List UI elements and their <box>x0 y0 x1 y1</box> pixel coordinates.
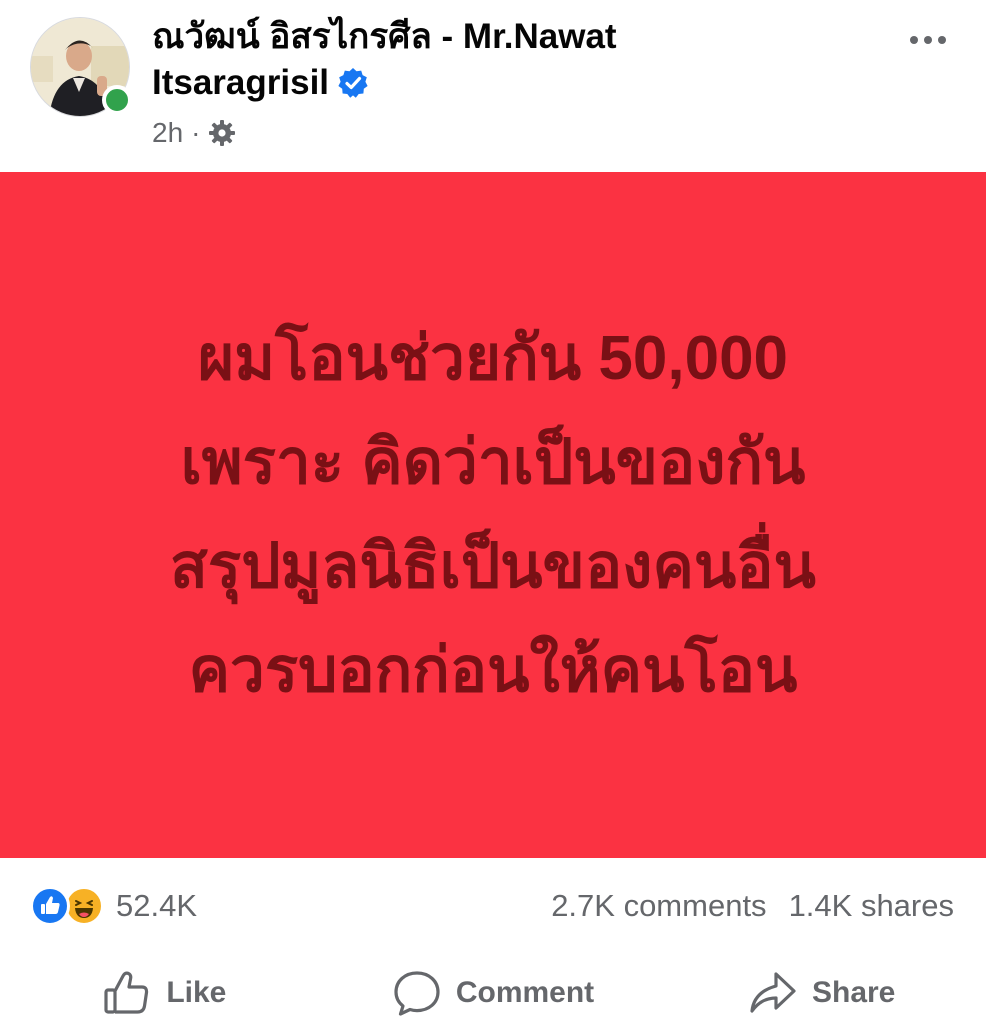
like-icon <box>30 886 70 926</box>
author-avatar[interactable] <box>30 17 132 117</box>
more-dot <box>910 36 918 44</box>
post-meta: 2h · <box>152 115 236 151</box>
post-header: ณวัฒน์ อิสรไกรศีล - Mr.Nawat Itsaragrisi… <box>0 0 986 172</box>
post-image-text: ผมโอนช่วยกัน 50,000 เพราะ คิดว่าเป็นของก… <box>170 307 816 723</box>
more-dot <box>938 36 946 44</box>
post-stats: 52.4K 2.7K comments 1.4K shares <box>0 872 986 942</box>
post-actions: Like Comment Share <box>0 962 986 1024</box>
engagement-counts: 2.7K comments 1.4K shares <box>551 886 954 926</box>
comment-button[interactable]: Comment <box>329 962 658 1024</box>
author-name[interactable]: ณวัฒน์ อิสรไกรศีล - Mr.Nawat Itsaragrisi… <box>152 14 872 106</box>
post-image[interactable]: ผมโอนช่วยกัน 50,000 เพราะ คิดว่าเป็นของก… <box>0 172 986 858</box>
comment-bubble-icon <box>394 971 440 1016</box>
share-label: Share <box>811 976 896 1009</box>
like-label: Like <box>166 976 227 1009</box>
image-text-line: ควรบอกก่อนให้คนโอน <box>188 636 798 705</box>
facebook-post: ณวัฒน์ อิสรไกรศีล - Mr.Nawat Itsaragrisi… <box>0 0 986 1024</box>
image-text-line: เพราะ คิดว่าเป็นของกัน <box>180 428 806 497</box>
share-arrow-icon <box>750 972 796 1013</box>
comment-label: Comment <box>455 976 595 1009</box>
image-text-line: สรุปมูลนิธิเป็นของคนอื่น <box>170 532 816 601</box>
comments-count[interactable]: 2.7K comments <box>551 886 766 926</box>
shares-count[interactable]: 1.4K shares <box>789 886 954 926</box>
gear-icon[interactable] <box>208 119 236 147</box>
author-name-line2[interactable]: Itsaragrisil <box>152 60 329 106</box>
reactions-summary[interactable]: 52.4K <box>30 886 197 926</box>
thumbs-up-icon <box>104 971 149 1014</box>
verified-badge-icon <box>338 68 368 98</box>
reaction-count[interactable]: 52.4K <box>116 888 197 924</box>
like-button[interactable]: Like <box>0 962 329 1024</box>
online-status-dot <box>102 85 132 115</box>
more-options-button[interactable] <box>906 25 950 55</box>
more-dot <box>924 36 932 44</box>
meta-separator: · <box>191 117 201 148</box>
haha-icon <box>64 886 104 926</box>
post-time[interactable]: 2h <box>152 117 183 149</box>
author-name-line1[interactable]: ณวัฒน์ อิสรไกรศีล - Mr.Nawat <box>152 14 872 60</box>
share-button[interactable]: Share <box>657 962 986 1024</box>
image-text-line: ผมโอนช่วยกัน 50,000 <box>197 324 789 393</box>
